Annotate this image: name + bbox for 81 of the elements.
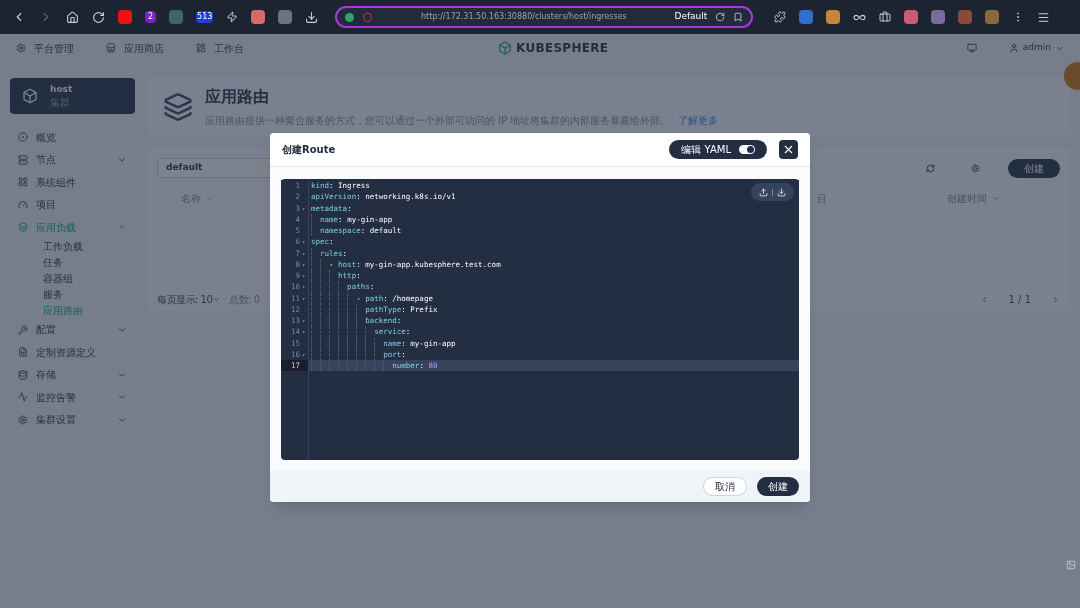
extension-icon[interactable] bbox=[799, 10, 814, 24]
bolt-icon[interactable] bbox=[226, 11, 239, 23]
extension-icon[interactable] bbox=[826, 10, 841, 24]
learn-more-link[interactable]: 了解更多 bbox=[678, 113, 719, 128]
yaml-toggle-button[interactable]: 编辑 YAML bbox=[669, 140, 767, 159]
sidebar-subitem[interactable]: 容器组 bbox=[43, 270, 73, 287]
briefcase-icon[interactable] bbox=[879, 11, 892, 23]
dashboard-icon[interactable] bbox=[196, 43, 206, 53]
server-icon bbox=[18, 154, 28, 165]
sidebar-item[interactable]: 监控告警 bbox=[36, 389, 76, 405]
database-icon bbox=[18, 369, 28, 380]
sidebar-item[interactable]: 集群设置 bbox=[36, 412, 76, 428]
refresh-icon[interactable] bbox=[926, 163, 935, 173]
toggle-switch[interactable] bbox=[739, 145, 755, 154]
menu-icon[interactable] bbox=[1037, 10, 1051, 24]
cube-icon bbox=[498, 41, 512, 55]
upload-icon[interactable] bbox=[759, 187, 768, 197]
home-icon[interactable] bbox=[66, 10, 79, 24]
layers-icon bbox=[18, 222, 28, 233]
user-name[interactable]: admin bbox=[1022, 41, 1051, 55]
nav-item[interactable]: 应用商店 bbox=[124, 40, 164, 56]
shield-icon[interactable] bbox=[362, 11, 374, 23]
profile-label: Default bbox=[674, 10, 708, 24]
layers-icon bbox=[163, 91, 193, 122]
extension-icon[interactable] bbox=[251, 10, 266, 24]
extension-icon[interactable] bbox=[169, 10, 184, 24]
bookmark-icon[interactable] bbox=[733, 12, 744, 22]
sidebar-subitem[interactable]: 服务 bbox=[43, 286, 63, 303]
sidebar-item[interactable]: 配置 bbox=[36, 322, 56, 338]
sidebar-item[interactable]: 应用负载 bbox=[36, 219, 76, 235]
page-size-select[interactable]: 每页显示: 10 bbox=[157, 291, 213, 307]
nav-item[interactable]: 平台管理 bbox=[34, 40, 74, 56]
extension-badge[interactable]: 2 bbox=[145, 11, 157, 23]
download-icon[interactable] bbox=[777, 187, 786, 197]
settings-icon[interactable] bbox=[16, 43, 26, 53]
sidebar-item[interactable]: 定制资源定义 bbox=[36, 344, 96, 360]
store-icon[interactable] bbox=[106, 43, 116, 53]
address-bar[interactable]: http://172.31.50.163:30880/clusters/host/ingresses Default bbox=[335, 6, 754, 28]
extension-badge[interactable]: 513 bbox=[196, 11, 214, 23]
cluster-name: host bbox=[50, 83, 73, 96]
reload-icon[interactable] bbox=[92, 10, 105, 24]
grid-icon bbox=[18, 177, 28, 188]
sidebar-item[interactable]: 节点 bbox=[36, 152, 56, 168]
sidebar-item[interactable]: 存储 bbox=[36, 367, 56, 383]
user-icon bbox=[1008, 43, 1019, 53]
nav-item[interactable]: 工作台 bbox=[214, 40, 244, 56]
dialog-title: 创建Route bbox=[282, 143, 336, 157]
document-icon bbox=[18, 347, 28, 358]
gauge-icon bbox=[18, 199, 28, 210]
extension-icon[interactable] bbox=[904, 10, 919, 24]
page-title: 应用路由 bbox=[205, 86, 270, 108]
create-button[interactable]: 创建 bbox=[757, 476, 799, 496]
sidebar-subitem[interactable]: 应用路由 bbox=[43, 302, 83, 319]
sidebar-subitem[interactable]: 任务 bbox=[43, 254, 63, 271]
next-icon[interactable] bbox=[1051, 294, 1060, 304]
extension-icon[interactable] bbox=[931, 10, 946, 24]
pulse-icon bbox=[18, 392, 28, 403]
puzzle-icon[interactable] bbox=[774, 11, 787, 23]
sidebar-subitem[interactable]: 工作负载 bbox=[43, 238, 83, 255]
create-button[interactable]: 创建 bbox=[1008, 158, 1060, 178]
page-indicator: 1 / 1 bbox=[1008, 292, 1031, 307]
extension-icon[interactable] bbox=[958, 10, 973, 24]
sidebar-item[interactable]: 项目 bbox=[36, 197, 56, 213]
extension-icon[interactable] bbox=[118, 10, 132, 24]
sidebar-item[interactable]: 概览 bbox=[36, 129, 56, 145]
logo-text: KUBESPHERE bbox=[516, 40, 609, 57]
wrench-icon bbox=[18, 324, 28, 335]
settings-icon[interactable] bbox=[971, 163, 980, 173]
image-icon[interactable] bbox=[1066, 560, 1076, 570]
reload-icon[interactable] bbox=[715, 12, 726, 22]
security-icon bbox=[345, 12, 355, 22]
cube-icon bbox=[22, 88, 38, 104]
extension-icon[interactable] bbox=[985, 10, 1000, 24]
settings-icon bbox=[18, 414, 28, 425]
sidebar-item[interactable]: 系统组件 bbox=[36, 174, 76, 190]
url-text: http://172.31.50.163:30880/clusters/host/ingresses bbox=[421, 11, 627, 23]
extension-icon[interactable] bbox=[278, 10, 293, 24]
circle-icon bbox=[18, 132, 28, 143]
monitor-icon[interactable] bbox=[966, 43, 977, 53]
cancel-button[interactable]: 取消 bbox=[703, 476, 747, 496]
download-icon[interactable] bbox=[305, 10, 319, 24]
